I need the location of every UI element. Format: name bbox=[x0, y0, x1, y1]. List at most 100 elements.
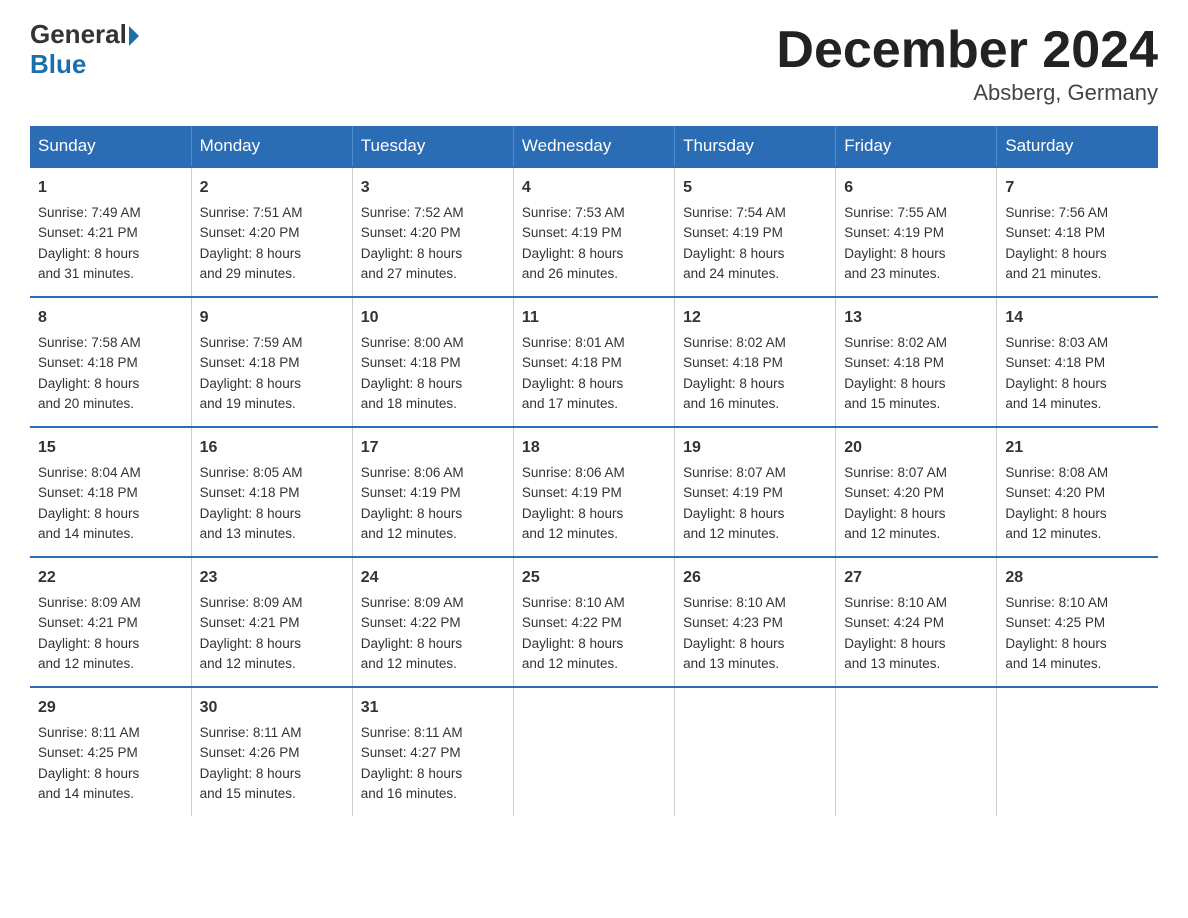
daylight-text: Daylight: 8 hoursand 14 minutes. bbox=[38, 506, 139, 541]
sunrise-text: Sunrise: 7:59 AM bbox=[200, 335, 303, 350]
logo-general: General bbox=[30, 20, 139, 49]
calendar-cell: 24 Sunrise: 8:09 AM Sunset: 4:22 PM Dayl… bbox=[352, 557, 513, 687]
calendar-cell: 27 Sunrise: 8:10 AM Sunset: 4:24 PM Dayl… bbox=[836, 557, 997, 687]
day-number: 23 bbox=[200, 566, 344, 590]
sunset-text: Sunset: 4:18 PM bbox=[38, 485, 138, 500]
sunrise-text: Sunrise: 7:51 AM bbox=[200, 205, 303, 220]
sunset-text: Sunset: 4:18 PM bbox=[1005, 355, 1105, 370]
day-number: 10 bbox=[361, 306, 505, 330]
daylight-text: Daylight: 8 hoursand 29 minutes. bbox=[200, 246, 301, 281]
sunrise-text: Sunrise: 8:02 AM bbox=[844, 335, 947, 350]
daylight-text: Daylight: 8 hoursand 12 minutes. bbox=[38, 636, 139, 671]
day-number: 29 bbox=[38, 696, 183, 720]
sunset-text: Sunset: 4:24 PM bbox=[844, 615, 944, 630]
sunrise-text: Sunrise: 8:10 AM bbox=[1005, 595, 1108, 610]
daylight-text: Daylight: 8 hoursand 15 minutes. bbox=[844, 376, 945, 411]
day-number: 11 bbox=[522, 306, 666, 330]
days-header-row: Sunday Monday Tuesday Wednesday Thursday… bbox=[30, 126, 1158, 167]
sunrise-text: Sunrise: 8:08 AM bbox=[1005, 465, 1108, 480]
sunrise-text: Sunrise: 7:54 AM bbox=[683, 205, 786, 220]
calendar-cell: 7 Sunrise: 7:56 AM Sunset: 4:18 PM Dayli… bbox=[997, 167, 1158, 297]
calendar-cell: 23 Sunrise: 8:09 AM Sunset: 4:21 PM Dayl… bbox=[191, 557, 352, 687]
header-sunday: Sunday bbox=[30, 126, 191, 167]
daylight-text: Daylight: 8 hoursand 12 minutes. bbox=[361, 506, 462, 541]
daylight-text: Daylight: 8 hoursand 13 minutes. bbox=[844, 636, 945, 671]
calendar-cell: 6 Sunrise: 7:55 AM Sunset: 4:19 PM Dayli… bbox=[836, 167, 997, 297]
header-monday: Monday bbox=[191, 126, 352, 167]
sunset-text: Sunset: 4:26 PM bbox=[200, 745, 300, 760]
calendar-cell: 26 Sunrise: 8:10 AM Sunset: 4:23 PM Dayl… bbox=[675, 557, 836, 687]
sunrise-text: Sunrise: 7:58 AM bbox=[38, 335, 141, 350]
calendar-cell: 25 Sunrise: 8:10 AM Sunset: 4:22 PM Dayl… bbox=[513, 557, 674, 687]
sunrise-text: Sunrise: 8:10 AM bbox=[522, 595, 625, 610]
calendar-cell: 28 Sunrise: 8:10 AM Sunset: 4:25 PM Dayl… bbox=[997, 557, 1158, 687]
daylight-text: Daylight: 8 hoursand 31 minutes. bbox=[38, 246, 139, 281]
sunrise-text: Sunrise: 8:01 AM bbox=[522, 335, 625, 350]
daylight-text: Daylight: 8 hoursand 26 minutes. bbox=[522, 246, 623, 281]
calendar-cell: 31 Sunrise: 8:11 AM Sunset: 4:27 PM Dayl… bbox=[352, 687, 513, 816]
sunrise-text: Sunrise: 7:52 AM bbox=[361, 205, 464, 220]
page-header: General Blue December 2024 Absberg, Germ… bbox=[30, 20, 1158, 106]
sunset-text: Sunset: 4:18 PM bbox=[200, 355, 300, 370]
daylight-text: Daylight: 8 hoursand 20 minutes. bbox=[38, 376, 139, 411]
logo-blue: Blue bbox=[30, 49, 86, 80]
day-number: 26 bbox=[683, 566, 827, 590]
sunrise-text: Sunrise: 7:56 AM bbox=[1005, 205, 1108, 220]
calendar-week-row: 1 Sunrise: 7:49 AM Sunset: 4:21 PM Dayli… bbox=[30, 167, 1158, 297]
calendar-cell: 22 Sunrise: 8:09 AM Sunset: 4:21 PM Dayl… bbox=[30, 557, 191, 687]
day-number: 16 bbox=[200, 436, 344, 460]
sunset-text: Sunset: 4:18 PM bbox=[844, 355, 944, 370]
calendar-cell: 8 Sunrise: 7:58 AM Sunset: 4:18 PM Dayli… bbox=[30, 297, 191, 427]
sunrise-text: Sunrise: 8:07 AM bbox=[844, 465, 947, 480]
sunset-text: Sunset: 4:18 PM bbox=[522, 355, 622, 370]
sunset-text: Sunset: 4:18 PM bbox=[38, 355, 138, 370]
calendar-cell: 3 Sunrise: 7:52 AM Sunset: 4:20 PM Dayli… bbox=[352, 167, 513, 297]
day-number: 2 bbox=[200, 176, 344, 200]
sunset-text: Sunset: 4:25 PM bbox=[1005, 615, 1105, 630]
header-wednesday: Wednesday bbox=[513, 126, 674, 167]
day-number: 8 bbox=[38, 306, 183, 330]
calendar-week-row: 22 Sunrise: 8:09 AM Sunset: 4:21 PM Dayl… bbox=[30, 557, 1158, 687]
sunrise-text: Sunrise: 8:09 AM bbox=[38, 595, 141, 610]
sunset-text: Sunset: 4:19 PM bbox=[683, 225, 783, 240]
sunrise-text: Sunrise: 8:02 AM bbox=[683, 335, 786, 350]
daylight-text: Daylight: 8 hoursand 17 minutes. bbox=[522, 376, 623, 411]
month-title: December 2024 bbox=[776, 20, 1158, 80]
daylight-text: Daylight: 8 hoursand 16 minutes. bbox=[361, 766, 462, 801]
daylight-text: Daylight: 8 hoursand 19 minutes. bbox=[200, 376, 301, 411]
sunset-text: Sunset: 4:23 PM bbox=[683, 615, 783, 630]
day-number: 5 bbox=[683, 176, 827, 200]
calendar-cell: 30 Sunrise: 8:11 AM Sunset: 4:26 PM Dayl… bbox=[191, 687, 352, 816]
header-thursday: Thursday bbox=[675, 126, 836, 167]
calendar-cell: 5 Sunrise: 7:54 AM Sunset: 4:19 PM Dayli… bbox=[675, 167, 836, 297]
sunrise-text: Sunrise: 8:09 AM bbox=[361, 595, 464, 610]
day-number: 1 bbox=[38, 176, 183, 200]
sunset-text: Sunset: 4:18 PM bbox=[1005, 225, 1105, 240]
day-number: 27 bbox=[844, 566, 988, 590]
sunset-text: Sunset: 4:20 PM bbox=[361, 225, 461, 240]
daylight-text: Daylight: 8 hoursand 24 minutes. bbox=[683, 246, 784, 281]
daylight-text: Daylight: 8 hoursand 12 minutes. bbox=[844, 506, 945, 541]
calendar-cell: 17 Sunrise: 8:06 AM Sunset: 4:19 PM Dayl… bbox=[352, 427, 513, 557]
sunset-text: Sunset: 4:21 PM bbox=[38, 225, 138, 240]
calendar-cell: 18 Sunrise: 8:06 AM Sunset: 4:19 PM Dayl… bbox=[513, 427, 674, 557]
sunrise-text: Sunrise: 8:06 AM bbox=[522, 465, 625, 480]
logo: General Blue bbox=[30, 20, 139, 80]
sunset-text: Sunset: 4:18 PM bbox=[200, 485, 300, 500]
calendar-week-row: 15 Sunrise: 8:04 AM Sunset: 4:18 PM Dayl… bbox=[30, 427, 1158, 557]
day-number: 9 bbox=[200, 306, 344, 330]
sunset-text: Sunset: 4:19 PM bbox=[683, 485, 783, 500]
sunset-text: Sunset: 4:19 PM bbox=[522, 225, 622, 240]
sunset-text: Sunset: 4:20 PM bbox=[200, 225, 300, 240]
sunset-text: Sunset: 4:25 PM bbox=[38, 745, 138, 760]
header-tuesday: Tuesday bbox=[352, 126, 513, 167]
calendar-cell bbox=[513, 687, 674, 816]
sunset-text: Sunset: 4:20 PM bbox=[844, 485, 944, 500]
sunset-text: Sunset: 4:18 PM bbox=[361, 355, 461, 370]
day-number: 12 bbox=[683, 306, 827, 330]
calendar-cell: 11 Sunrise: 8:01 AM Sunset: 4:18 PM Dayl… bbox=[513, 297, 674, 427]
day-number: 4 bbox=[522, 176, 666, 200]
calendar-cell: 4 Sunrise: 7:53 AM Sunset: 4:19 PM Dayli… bbox=[513, 167, 674, 297]
calendar-cell: 12 Sunrise: 8:02 AM Sunset: 4:18 PM Dayl… bbox=[675, 297, 836, 427]
sunset-text: Sunset: 4:21 PM bbox=[200, 615, 300, 630]
